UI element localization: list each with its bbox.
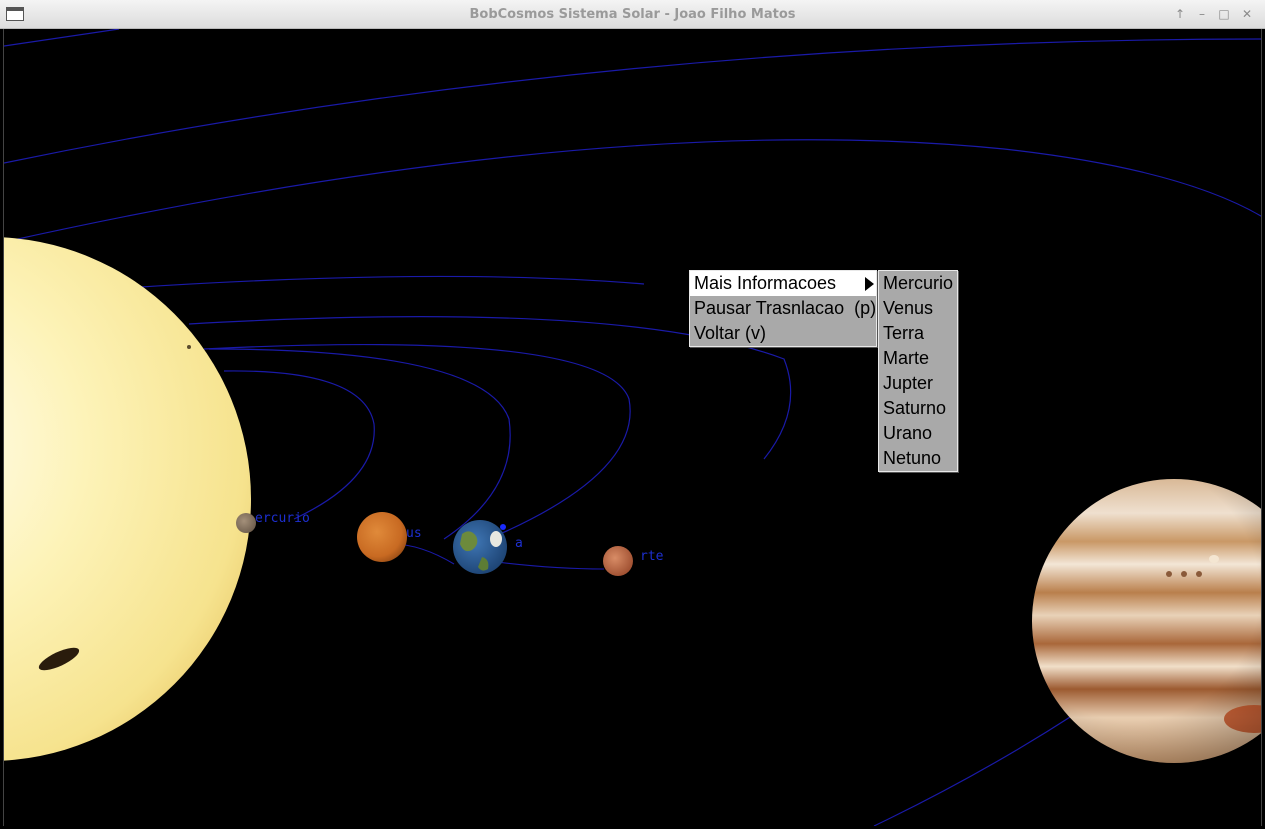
menu-item-label: Mais Informacoes xyxy=(694,273,837,293)
submenu-arrow-icon xyxy=(865,277,874,291)
submenu-item-venus[interactable]: Venus xyxy=(879,296,957,321)
menu-item-mais-informacoes[interactable]: Mais Informacoes xyxy=(690,271,876,296)
submenu-item-netuno[interactable]: Netuno xyxy=(879,446,957,471)
scene-graphics xyxy=(4,29,1262,826)
window-title: BobCosmos Sistema Solar - Joao Filho Mat… xyxy=(469,7,796,22)
mars-label: rte xyxy=(640,549,664,564)
submenu-item-mercurio[interactable]: Mercurio xyxy=(879,271,957,296)
submenu-item-terra[interactable]: Terra xyxy=(879,321,957,346)
menu-item-pausar-translacao[interactable]: Pausar Trasnlacao (p) xyxy=(690,296,876,321)
submenu-item-jupter[interactable]: Jupter xyxy=(879,371,957,396)
submenu-item-saturno[interactable]: Saturno xyxy=(879,396,957,421)
venus-planet[interactable] xyxy=(357,512,407,562)
mercury-planet[interactable] xyxy=(236,513,256,533)
sun-body[interactable] xyxy=(4,237,251,761)
mercury-label: ercurio xyxy=(255,511,310,526)
menu-item-label: Voltar (v) xyxy=(694,323,767,343)
submenu-item-marte[interactable]: Marte xyxy=(879,346,957,371)
close-icon[interactable]: ✕ xyxy=(1239,6,1255,22)
venus-label: us xyxy=(406,526,422,541)
jupiter-planet[interactable] xyxy=(1032,479,1262,763)
earth-label: a xyxy=(515,536,523,551)
planet-submenu: Mercurio Venus Terra Marte Jupter Saturn… xyxy=(878,270,958,472)
menu-item-label: Pausar Trasnlacao (p) xyxy=(694,298,877,318)
context-menu: Mais Informacoes Pausar Trasnlacao (p) V… xyxy=(689,270,877,347)
title-bar[interactable]: BobCosmos Sistema Solar - Joao Filho Mat… xyxy=(0,0,1265,29)
minimize-icon[interactable]: – xyxy=(1194,6,1210,22)
app-window: BobCosmos Sistema Solar - Joao Filho Mat… xyxy=(0,0,1265,829)
menu-item-voltar[interactable]: Voltar (v) xyxy=(690,321,876,346)
submenu-item-urano[interactable]: Urano xyxy=(879,421,957,446)
maximize-icon[interactable]: □ xyxy=(1216,6,1232,22)
mars-planet[interactable] xyxy=(603,546,633,576)
pin-icon[interactable]: ↑ xyxy=(1172,6,1188,22)
solar-system-viewport[interactable]: ercurio us a rte Mais Informacoes Pausar… xyxy=(3,29,1262,826)
earth-planet[interactable] xyxy=(453,520,507,574)
